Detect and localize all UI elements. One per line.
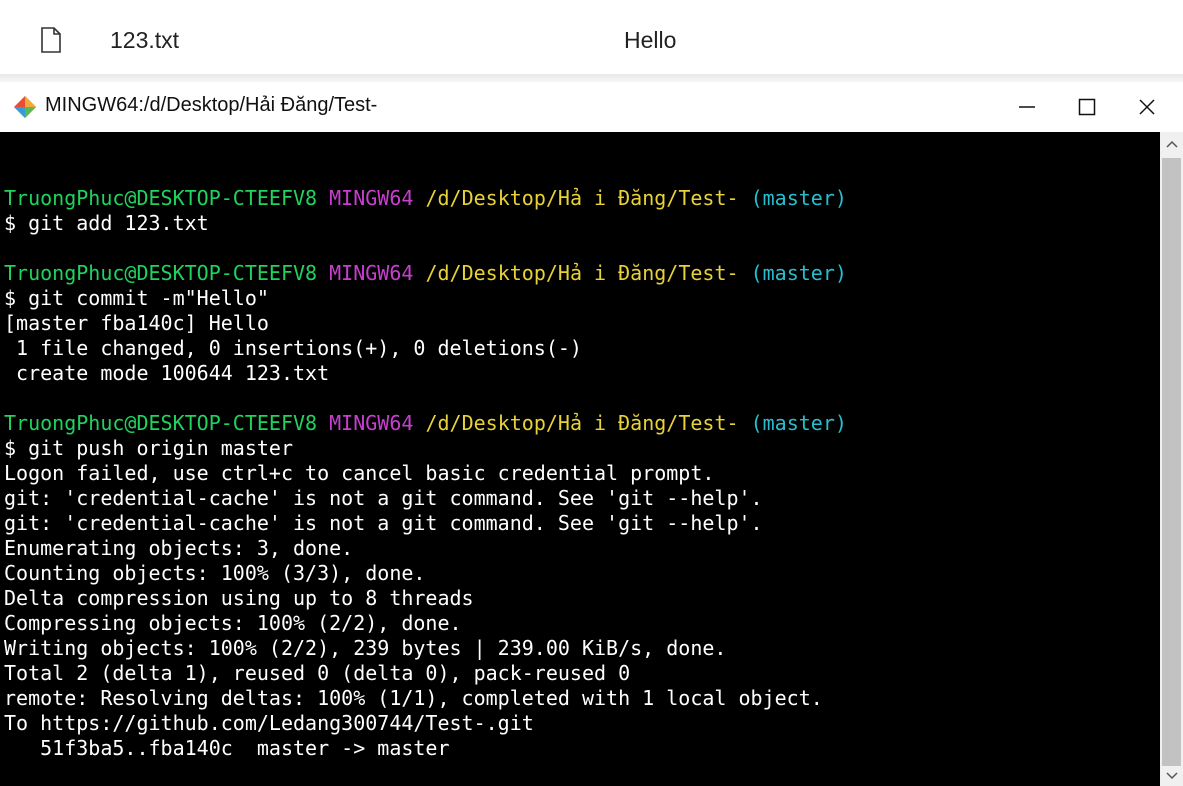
maximize-button[interactable] [1057,82,1117,132]
screenshot-page: 123.txt Hello MINGW64:/d/Desktop/Hải Đăn… [0,0,1183,786]
terminal-lines: TruongPhuc@DESKTOP-CTEEFV8 MINGW64 /d/De… [0,132,1160,761]
scroll-down-button[interactable] [1160,766,1183,786]
output-line: Delta compression using up to 8 threads [4,586,474,610]
terminal-output[interactable]: TruongPhuc@DESKTOP-CTEEFV8 MINGW64 /d/De… [0,132,1160,786]
prompt-branch: (master) [750,261,847,285]
prompt-env: MINGW64 [329,411,414,435]
scroll-up-button[interactable] [1160,132,1183,156]
output-line: To https://github.com/Ledang300744/Test-… [4,711,534,735]
output-line: $ git push origin master [4,436,293,460]
prompt-path: /d/Desktop/Hả i Đăng/Test- [425,186,739,210]
output-line: git: 'credential-cache' is not a git com… [4,486,763,510]
commit-file-row[interactable]: 123.txt Hello [0,14,1183,72]
close-icon [1139,99,1155,115]
file-name: 123.txt [110,27,180,53]
maximize-icon [1078,98,1096,116]
prompt-user: TruongPhuc@DESKTOP-CTEEFV8 [4,411,318,435]
file-icon [40,27,62,53]
chevron-down-icon [1165,772,1178,780]
output-line: Counting objects: 100% (3/3), done. [4,561,426,585]
output-line: Logon failed, use ctrl+c to cancel basic… [4,461,715,485]
output-line: remote: Resolving deltas: 100% (1/1), co… [4,686,823,710]
divider [0,74,1183,82]
output-line: Writing objects: 100% (2/2), 239 bytes |… [4,636,727,660]
prompt-branch: (master) [750,186,847,210]
prompt-branch: (master) [750,411,847,435]
output-line: create mode 100644 123.txt [4,361,330,385]
vertical-scrollbar[interactable] [1160,132,1183,786]
window-title: MINGW64:/d/Desktop/Hải Đăng/Test- [45,94,378,116]
output-line: 51f3ba5..fba140c master -> master [4,736,450,760]
output-line: $ git add 123.txt [4,211,209,235]
prompt-line: TruongPhuc@DESKTOP-CTEEFV8 MINGW64 /d/De… [4,261,1160,286]
git-bash-icon [12,94,38,120]
output-line: $ git commit -m"Hello" [4,286,269,310]
close-button[interactable] [1117,82,1177,132]
output-line: [master fba140c] Hello [4,311,269,335]
output-line: Enumerating objects: 3, done. [4,536,354,560]
minimize-button[interactable] [997,82,1057,132]
prompt-user: TruongPhuc@DESKTOP-CTEEFV8 [4,186,318,210]
output-line: git: 'credential-cache' is not a git com… [4,511,763,535]
prompt-line: TruongPhuc@DESKTOP-CTEEFV8 MINGW64 /d/De… [4,411,1160,436]
commit-message: Hello [624,27,677,53]
output-line: 1 file changed, 0 insertions(+), 0 delet… [4,336,582,360]
prompt-path: /d/Desktop/Hả i Đăng/Test- [425,261,739,285]
terminal-window[interactable]: MINGW64:/d/Desktop/Hải Đăng/Test- Truong… [0,82,1183,786]
prompt-env: MINGW64 [329,261,414,285]
minimize-icon [1019,106,1035,108]
prompt-line: TruongPhuc@DESKTOP-CTEEFV8 MINGW64 /d/De… [4,186,1160,211]
clipped-heading [500,0,509,4]
output-line: Total 2 (delta 1), reused 0 (delta 0), p… [4,661,631,685]
prompt-user: TruongPhuc@DESKTOP-CTEEFV8 [4,261,318,285]
scroll-thumb[interactable] [1162,158,1181,766]
output-line: Compressing objects: 100% (2/2), done. [4,611,462,635]
chevron-up-icon [1165,140,1178,148]
prompt-path: /d/Desktop/Hả i Đăng/Test- [425,411,739,435]
window-titlebar[interactable]: MINGW64:/d/Desktop/Hải Đăng/Test- [0,82,1183,132]
prompt-env: MINGW64 [329,186,414,210]
